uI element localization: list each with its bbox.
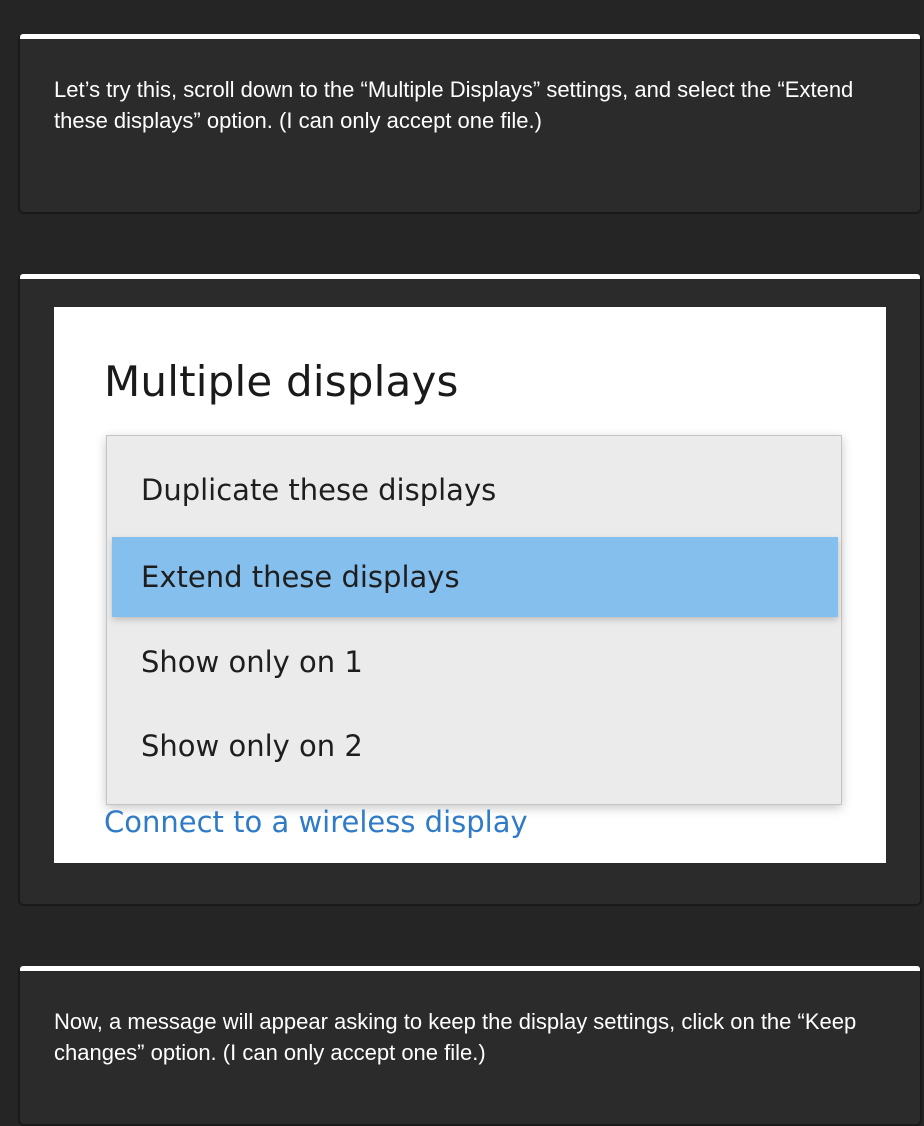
card-top-rule: [20, 274, 920, 279]
message-card-2: Multiple displays Duplicate these displa…: [18, 274, 922, 906]
dropdown-option-show-only-2[interactable]: Show only on 2: [112, 706, 838, 786]
message-text: Now, a message will appear asking to kee…: [54, 1009, 857, 1065]
multiple-displays-dropdown[interactable]: Duplicate these displays Extend these di…: [106, 435, 842, 805]
dropdown-option-extend[interactable]: Extend these displays: [112, 537, 838, 617]
dropdown-option-show-only-1[interactable]: Show only on 1: [112, 622, 838, 702]
connect-wireless-display-link[interactable]: Connect to a wireless display: [104, 805, 528, 839]
message-card-3: Now, a message will appear asking to kee…: [18, 966, 922, 1126]
card-top-rule: [20, 34, 920, 39]
dropdown-option-duplicate[interactable]: Duplicate these displays: [112, 450, 838, 530]
settings-screenshot: Multiple displays Duplicate these displa…: [54, 307, 886, 863]
card-top-rule: [20, 966, 920, 971]
message-text: Let’s try this, scroll down to the “Mult…: [54, 77, 854, 133]
message-card-1: Let’s try this, scroll down to the “Mult…: [18, 34, 922, 214]
multiple-displays-heading: Multiple displays: [104, 357, 459, 406]
